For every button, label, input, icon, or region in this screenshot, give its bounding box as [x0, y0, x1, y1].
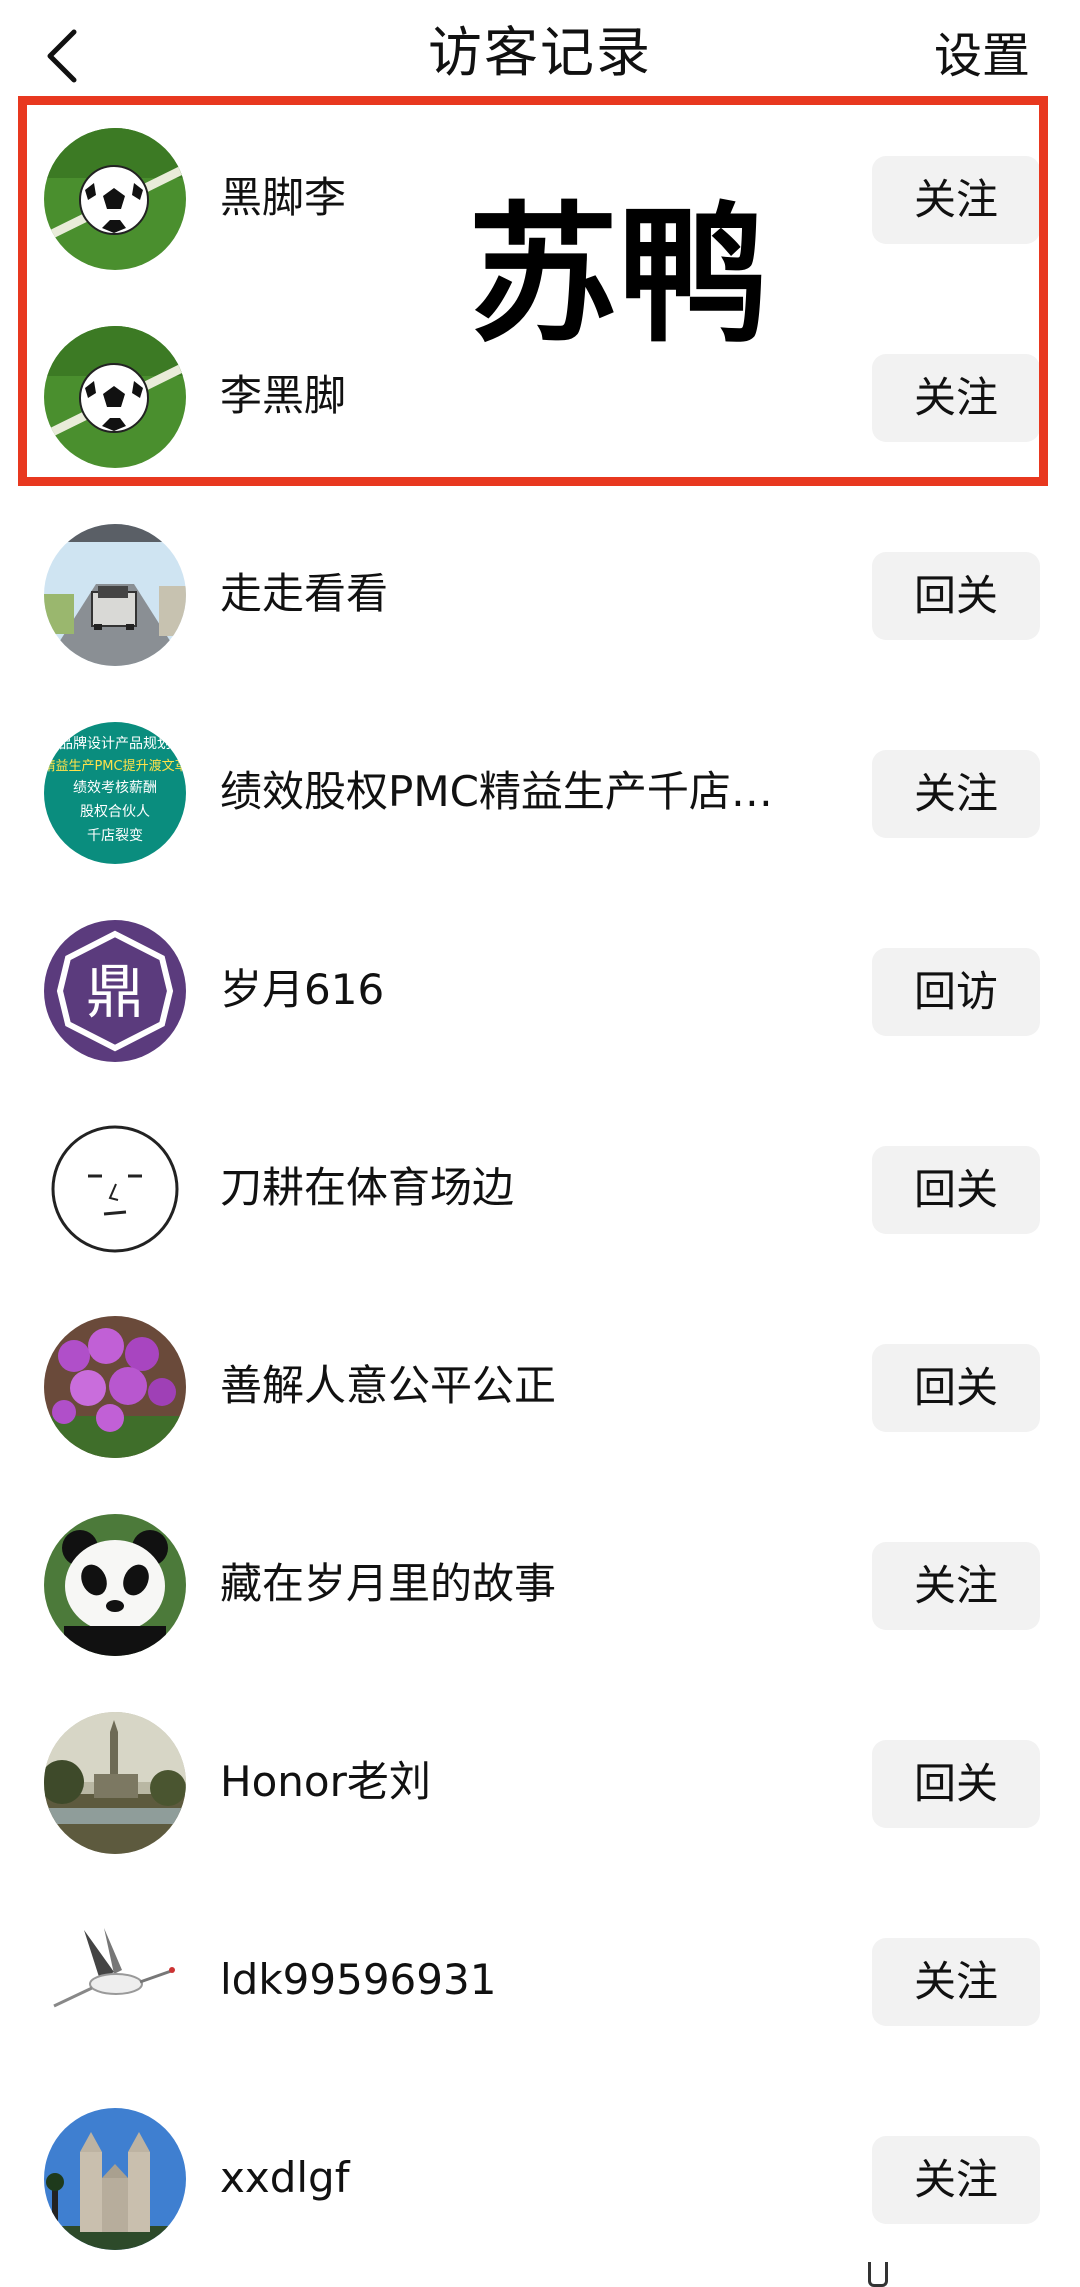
page-title: 访客记录 — [428, 21, 652, 84]
follow-button[interactable]: 关注 — [872, 1938, 1040, 2026]
visitor-name[interactable]: 刀耕在体育场边 — [220, 1156, 820, 1220]
avatar-text: 鼎 — [86, 958, 144, 1026]
avatar[interactable]: 鼎 — [44, 920, 186, 1062]
visitor-name[interactable]: ldk99596931 — [220, 1948, 820, 2012]
panda-avatar-image — [44, 1514, 186, 1656]
crane-bird-avatar-image — [44, 1910, 186, 2052]
list-item[interactable]: ldk99596931 关注 — [0, 1882, 1080, 2080]
visitor-name[interactable]: 藏在岁月里的故事 — [220, 1552, 820, 1616]
avatar[interactable] — [44, 2108, 186, 2250]
orchid-flowers-avatar-image — [44, 1316, 186, 1458]
soccer-ball-avatar-image — [44, 128, 186, 270]
list-item[interactable]: 品牌设计产品规划 精益生产PMC提升渡文革 绩效考核薪酬 股权合伙人 千店裂变 … — [0, 694, 1080, 892]
list-item[interactable]: 鼎 岁月616 回访 — [0, 892, 1080, 1090]
list-item[interactable]: 善解人意公平公正 回关 — [0, 1288, 1080, 1486]
visitor-name[interactable]: 李黑脚 — [220, 364, 820, 428]
header: 访客记录 设置 — [0, 0, 1080, 110]
follow-back-button[interactable]: 回关 — [872, 1344, 1040, 1432]
cathedral-avatar-image — [44, 2108, 186, 2250]
settings-button[interactable]: 设置 — [934, 24, 1030, 88]
avatar-text: 绩效考核薪酬 — [73, 780, 157, 796]
visitor-name[interactable]: 岁月616 — [220, 958, 820, 1022]
follow-button[interactable]: 关注 — [872, 354, 1040, 442]
follow-back-button[interactable]: 回关 — [872, 1740, 1040, 1828]
visitor-name[interactable]: 绩效股权PMC精益生产千店… — [220, 760, 820, 824]
avatar[interactable] — [44, 1514, 186, 1656]
visitor-name[interactable]: 善解人意公平公正 — [220, 1354, 820, 1418]
avatar[interactable] — [44, 1910, 186, 2052]
landscape-painting-avatar-image — [44, 1712, 186, 1854]
road-car-avatar-image — [44, 524, 186, 666]
list-item[interactable]: Honor老刘 回关 — [0, 1684, 1080, 1882]
list-item[interactable]: 走走看看 回关 — [0, 496, 1080, 694]
face-sketch-avatar-image — [44, 1118, 186, 1260]
avatar[interactable] — [44, 1118, 186, 1260]
avatar-text: 千店裂变 — [87, 828, 143, 844]
follow-button[interactable]: 关注 — [872, 156, 1040, 244]
follow-button[interactable]: 关注 — [872, 750, 1040, 838]
avatar[interactable] — [44, 524, 186, 666]
seal-avatar-image: 鼎 — [44, 920, 186, 1062]
follow-button[interactable]: 关注 — [872, 2136, 1040, 2224]
ad-text-avatar-image: 品牌设计产品规划 精益生产PMC提升渡文革 绩效考核薪酬 股权合伙人 千店裂变 — [44, 722, 186, 864]
home-indicator — [868, 2262, 888, 2287]
watermark-text: 苏鸭 — [468, 189, 769, 363]
list-item[interactable]: 藏在岁月里的故事 关注 — [0, 1486, 1080, 1684]
avatar[interactable] — [44, 1712, 186, 1854]
list-item[interactable]: 刀耕在体育场边 回关 — [0, 1090, 1080, 1288]
visitor-name[interactable]: 走走看看 — [220, 562, 820, 626]
visitor-name[interactable]: Honor老刘 — [220, 1750, 820, 1814]
follow-back-button[interactable]: 回关 — [872, 552, 1040, 640]
avatar-text: 股权合伙人 — [80, 804, 150, 820]
avatar[interactable] — [44, 326, 186, 468]
soccer-ball-avatar-image — [44, 326, 186, 468]
avatar[interactable] — [44, 1316, 186, 1458]
visitor-name[interactable]: xxdlgf — [220, 2146, 820, 2210]
revisit-button[interactable]: 回访 — [872, 948, 1040, 1036]
avatar-text: 精益生产PMC提升渡文革 — [44, 758, 186, 774]
avatar[interactable]: 品牌设计产品规划 精益生产PMC提升渡文革 绩效考核薪酬 股权合伙人 千店裂变 — [44, 722, 186, 864]
avatar-text: 品牌设计产品规划 — [59, 735, 171, 752]
list-item[interactable]: xxdlgf 关注 — [0, 2080, 1080, 2278]
avatar[interactable] — [44, 128, 186, 270]
follow-button[interactable]: 关注 — [872, 1542, 1040, 1630]
follow-back-button[interactable]: 回关 — [872, 1146, 1040, 1234]
